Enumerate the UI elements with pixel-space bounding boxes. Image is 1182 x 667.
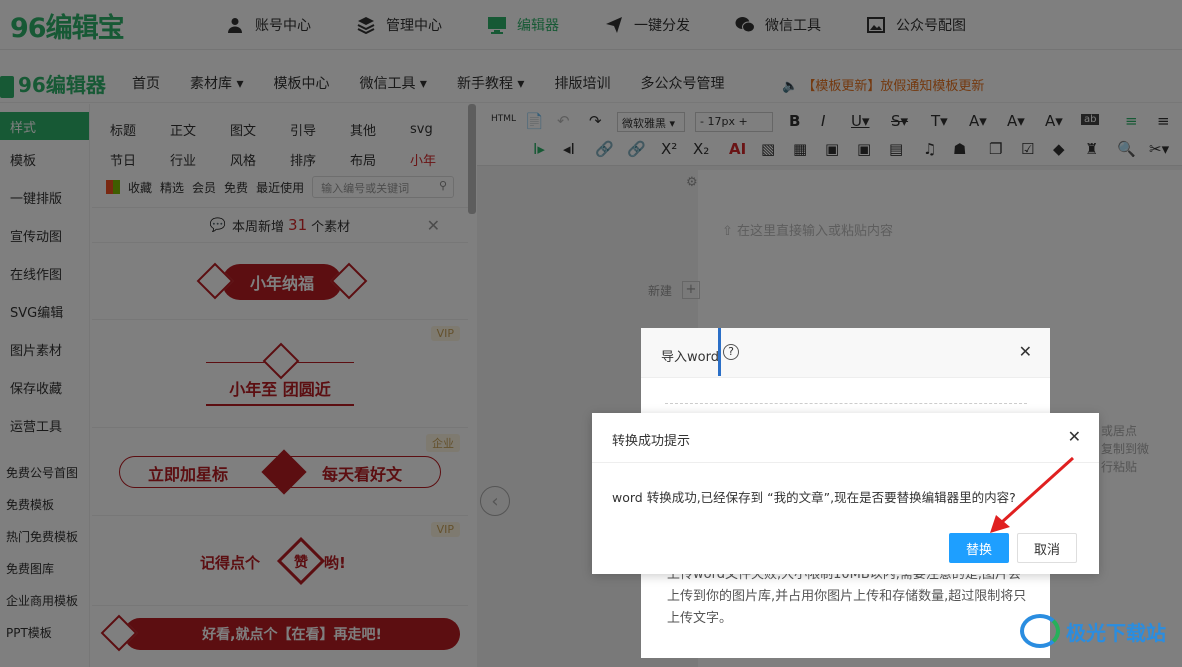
- watermark-text: 极光下载站: [1066, 620, 1166, 645]
- aurora-logo-icon: [1020, 614, 1060, 648]
- watermark: 极光下载站: [1020, 614, 1166, 648]
- red-arrow-annotation: [990, 456, 1075, 533]
